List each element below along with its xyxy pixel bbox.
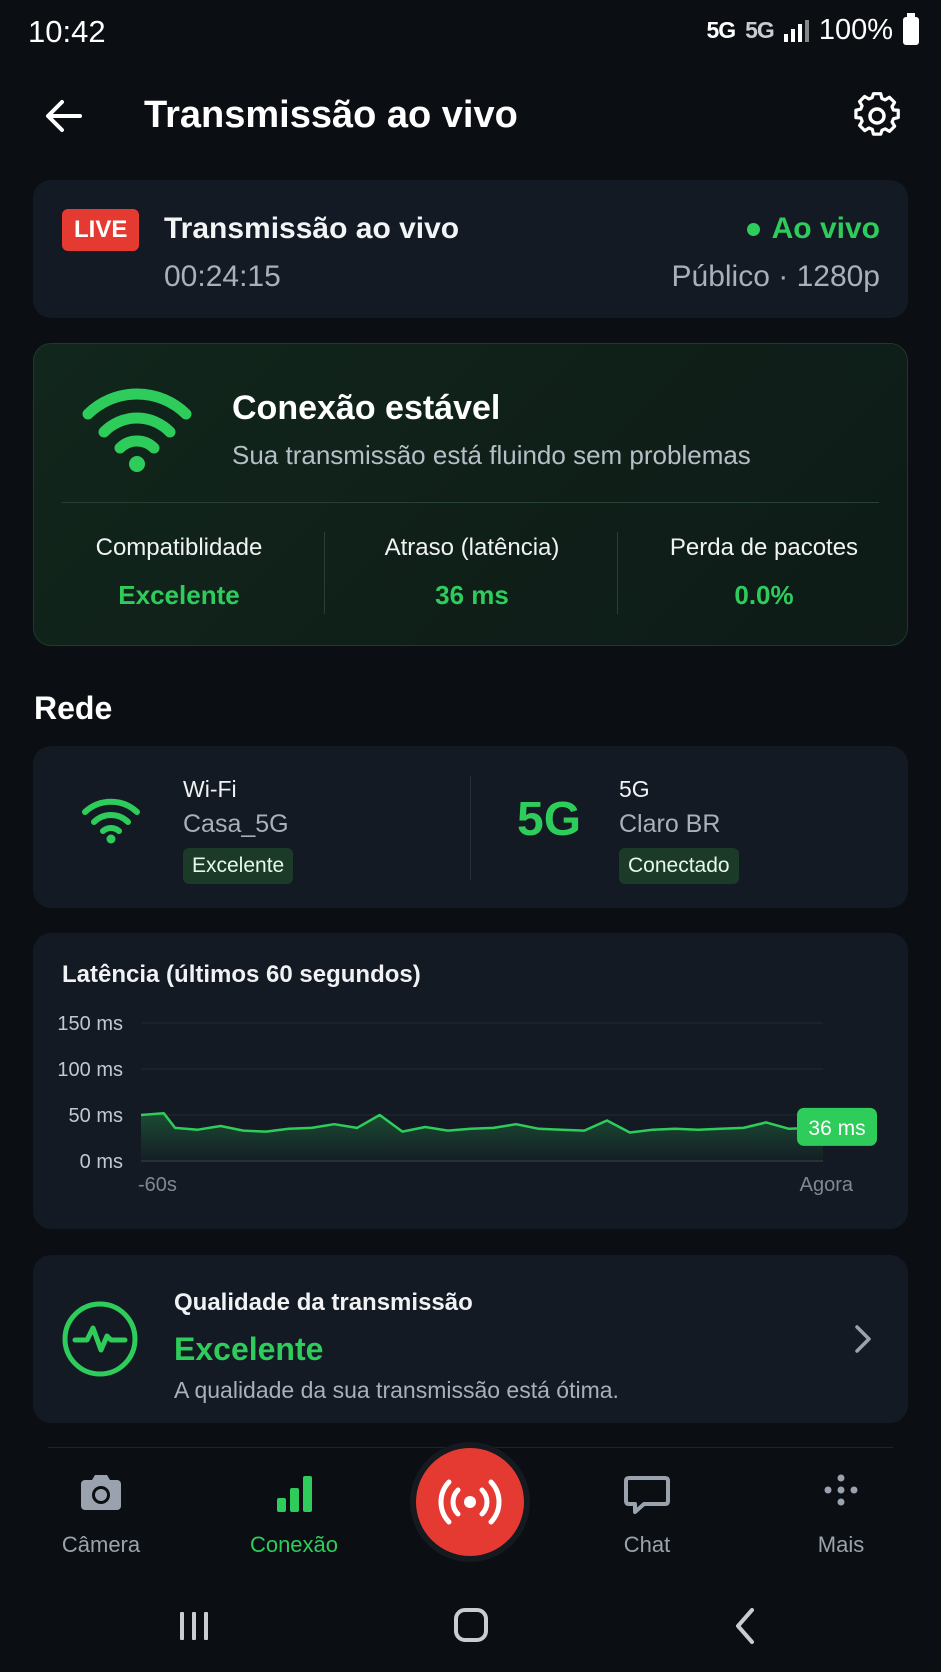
cellular-carrier: Claro BR bbox=[619, 810, 721, 838]
chat-icon bbox=[624, 1476, 670, 1514]
latency-area bbox=[141, 1113, 823, 1161]
live-title: Transmissão ao vivo bbox=[164, 212, 460, 245]
connection-stability-card: Conexão estável Sua transmissão está flu… bbox=[33, 343, 908, 646]
network-section-title: Rede bbox=[34, 690, 113, 726]
quality-label: Qualidade da transmissão bbox=[174, 1289, 473, 1316]
stability-subtitle: Sua transmissão está fluindo sem problem… bbox=[232, 440, 751, 470]
nav-item-connection[interactable]: Conexão bbox=[229, 1468, 359, 1558]
divider bbox=[470, 776, 471, 880]
live-status: Ao vivo bbox=[746, 212, 880, 246]
back-nav-icon[interactable] bbox=[724, 1606, 768, 1646]
divider bbox=[617, 532, 618, 614]
nav-label: Câmera bbox=[61, 1532, 141, 1557]
cellular-status-badge: Conectado bbox=[619, 848, 739, 884]
wifi-name: Casa_5G bbox=[183, 810, 289, 838]
quality-description: A qualidade da sua transmissão está ótim… bbox=[174, 1377, 619, 1403]
home-icon[interactable] bbox=[449, 1606, 493, 1646]
nav-label: Mais bbox=[817, 1532, 865, 1557]
latency-chart: 150 ms 100 ms 50 ms 0 ms -60s Agora 36 ms bbox=[57, 1013, 877, 1196]
go-live-button[interactable] bbox=[416, 1448, 524, 1556]
live-dot-icon bbox=[746, 222, 760, 236]
stability-title: Conexão estável bbox=[232, 389, 501, 427]
status-icons: 5G 5G 100% bbox=[706, 12, 919, 47]
current-latency-label: 36 ms bbox=[808, 1117, 865, 1140]
cellular-type: 5G bbox=[619, 776, 650, 802]
live-status-label: Ao vivo bbox=[771, 212, 880, 245]
y-tick-label: 150 ms bbox=[57, 1013, 123, 1035]
metric-label: Atraso (latência) bbox=[384, 534, 560, 561]
stream-quality-card[interactable]: Qualidade da transmissão Excelente A qua… bbox=[33, 1255, 908, 1423]
recent-apps-icon[interactable] bbox=[172, 1606, 216, 1646]
live-badge: LIVE bbox=[62, 209, 140, 251]
divider bbox=[62, 502, 879, 503]
signal-bars-icon bbox=[277, 1476, 312, 1512]
wifi-icon bbox=[82, 388, 192, 472]
wifi-icon bbox=[82, 798, 140, 844]
chevron-right-icon bbox=[855, 1325, 871, 1353]
metric-packet-loss: Perda de pacotes 0.0% bbox=[619, 534, 909, 611]
battery-icon bbox=[903, 12, 919, 45]
metric-value: 36 ms bbox=[435, 580, 509, 610]
y-tick-label: 50 ms bbox=[69, 1105, 123, 1127]
x-tick-label: Agora bbox=[800, 1174, 854, 1196]
broadcast-icon bbox=[438, 1479, 502, 1525]
nav-label: Conexão bbox=[249, 1532, 339, 1557]
page-title: Transmissão ao vivo bbox=[144, 94, 518, 136]
more-dots-icon bbox=[824, 1474, 858, 1506]
live-status-card: LIVE Transmissão ao vivo 00:24:15 Ao viv… bbox=[33, 180, 908, 318]
quality-value: Excelente bbox=[174, 1331, 324, 1367]
cellular-5g-icon: 5G bbox=[517, 793, 582, 846]
x-tick-label: -60s bbox=[138, 1174, 177, 1196]
metric-label: Compatiblidade bbox=[95, 534, 263, 561]
wifi-status-badge: Excelente bbox=[183, 848, 294, 884]
nav-item-more[interactable]: Mais bbox=[776, 1468, 906, 1558]
metric-value: 0.0% bbox=[734, 580, 794, 610]
back-arrow-icon[interactable] bbox=[40, 92, 88, 140]
y-tick-label: 100 ms bbox=[57, 1059, 123, 1081]
signal-icon bbox=[783, 19, 809, 42]
metric-label: Perda de pacotes bbox=[669, 534, 859, 561]
metric-compatibility: Compatiblidade Excelente bbox=[34, 534, 324, 611]
gear-icon[interactable] bbox=[853, 92, 901, 140]
status-time: 10:42 bbox=[28, 14, 106, 49]
metric-value: Excelente bbox=[118, 580, 240, 610]
network-type-icon: 5G bbox=[706, 17, 736, 43]
camera-icon bbox=[81, 1475, 121, 1510]
app-bar: Transmissão ao vivo bbox=[0, 68, 941, 168]
metric-latency: Atraso (latência) 36 ms bbox=[327, 534, 617, 611]
nav-label: Chat bbox=[623, 1532, 671, 1557]
wifi-type: Wi-Fi bbox=[183, 776, 237, 802]
latency-chart-card: Latência (últimos 60 segundos) 150 ms 100… bbox=[33, 933, 908, 1229]
divider bbox=[324, 532, 325, 614]
system-nav-bar bbox=[0, 1578, 941, 1672]
nav-item-chat[interactable]: Chat bbox=[582, 1468, 712, 1558]
activity-pulse-icon bbox=[62, 1301, 138, 1377]
status-bar: 10:42 5G 5G 100% bbox=[0, 0, 941, 68]
nav-item-camera[interactable]: Câmera bbox=[36, 1468, 166, 1558]
y-tick-label: 0 ms bbox=[80, 1151, 123, 1173]
battery-percent: 100% bbox=[818, 14, 893, 46]
live-timer: 00:24:15 bbox=[164, 260, 281, 293]
network-card: Wi-Fi Casa_5G Excelente 5G 5G Claro BR C… bbox=[33, 746, 908, 908]
live-audience-resolution: Público · 1280p bbox=[671, 260, 880, 293]
network-type-secondary-icon: 5G bbox=[745, 17, 775, 43]
